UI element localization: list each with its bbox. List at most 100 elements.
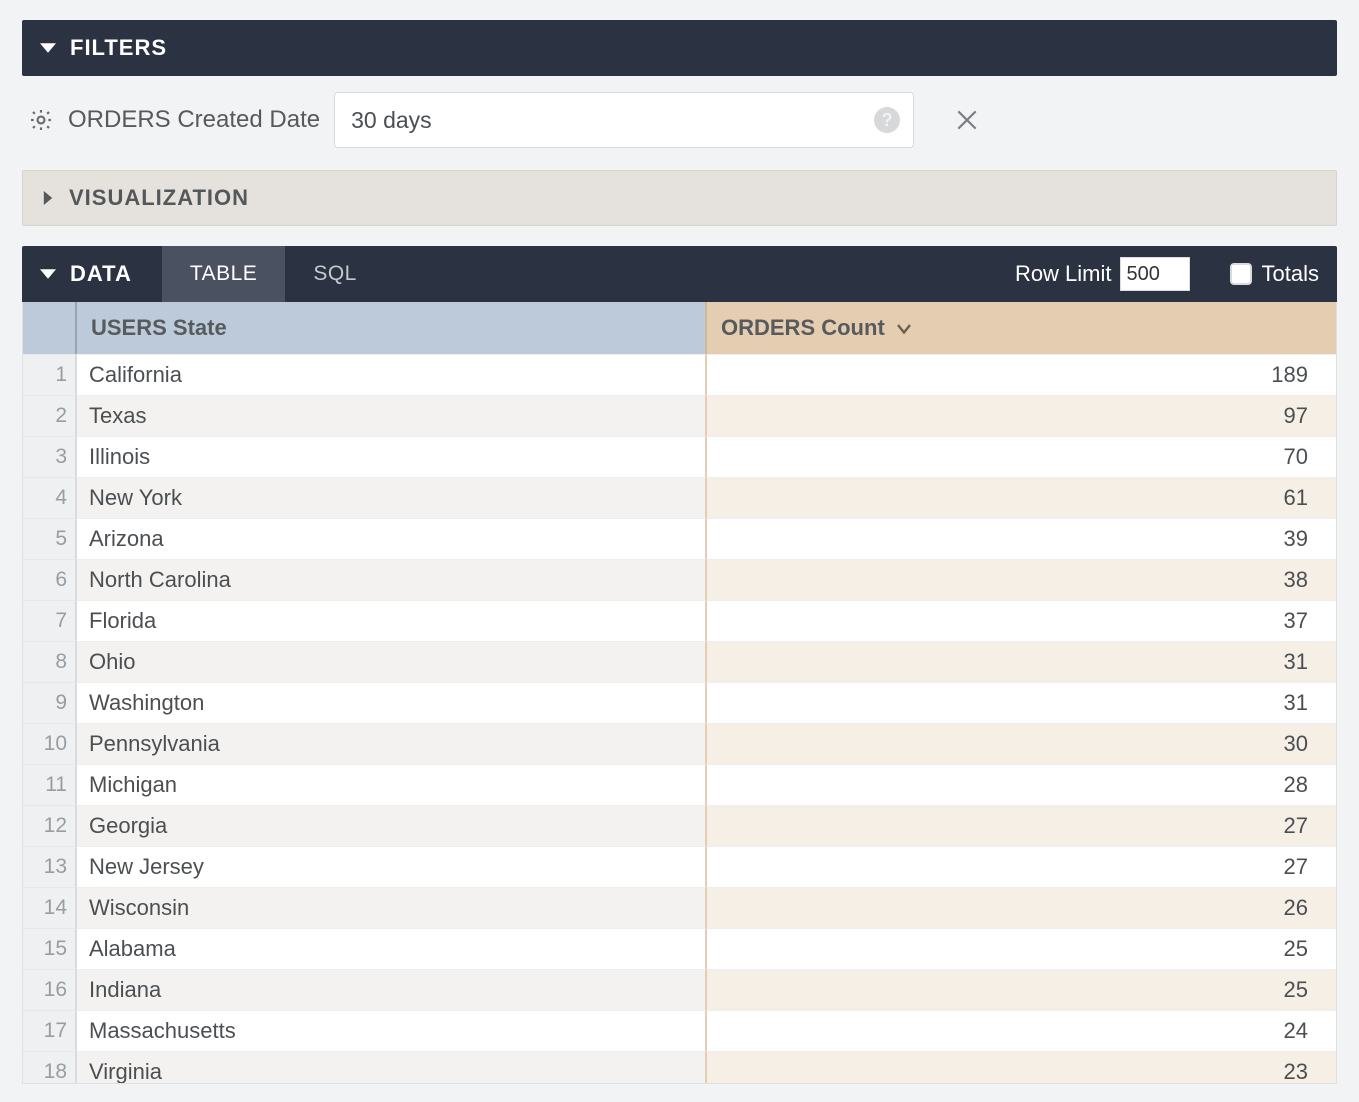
table-row[interactable]: 16Indiana25 bbox=[23, 969, 1336, 1010]
gear-icon[interactable] bbox=[28, 107, 54, 133]
cell-state[interactable]: New Jersey bbox=[77, 846, 707, 887]
table-row[interactable]: 8Ohio31 bbox=[23, 641, 1336, 682]
tab-table[interactable]: TABLE bbox=[162, 246, 285, 302]
remove-filter-icon[interactable] bbox=[954, 107, 980, 133]
column-header-state[interactable]: USERS State bbox=[77, 302, 707, 354]
filters-header[interactable]: FILTERS bbox=[22, 20, 1337, 76]
cell-state[interactable]: New York bbox=[77, 477, 707, 518]
cell-count[interactable]: 25 bbox=[707, 928, 1336, 969]
sort-desc-icon bbox=[895, 319, 913, 337]
row-number: 11 bbox=[23, 764, 77, 805]
row-number: 4 bbox=[23, 477, 77, 518]
cell-state[interactable]: North Carolina bbox=[77, 559, 707, 600]
row-number: 6 bbox=[23, 559, 77, 600]
table-row[interactable]: 3Illinois70 bbox=[23, 436, 1336, 477]
cell-count[interactable]: 37 bbox=[707, 600, 1336, 641]
row-limit-label: Row Limit bbox=[1015, 261, 1112, 287]
row-limit-input[interactable] bbox=[1120, 257, 1190, 291]
row-number: 2 bbox=[23, 395, 77, 436]
cell-state[interactable]: Virginia bbox=[77, 1051, 707, 1084]
data-title: DATA bbox=[70, 261, 132, 287]
cell-state[interactable]: Pennsylvania bbox=[77, 723, 707, 764]
cell-count[interactable]: 23 bbox=[707, 1051, 1336, 1084]
cell-count[interactable]: 97 bbox=[707, 395, 1336, 436]
cell-count[interactable]: 27 bbox=[707, 846, 1336, 887]
data-header: DATA TABLESQL Row Limit Totals bbox=[22, 246, 1337, 302]
cell-state[interactable]: Massachusetts bbox=[77, 1010, 707, 1051]
table-row[interactable]: 13New Jersey27 bbox=[23, 846, 1336, 887]
table-row[interactable]: 1California189 bbox=[23, 354, 1336, 395]
caret-down-icon bbox=[40, 40, 56, 56]
visualization-header[interactable]: VISUALIZATION bbox=[22, 170, 1337, 226]
cell-count[interactable]: 38 bbox=[707, 559, 1336, 600]
cell-count[interactable]: 28 bbox=[707, 764, 1336, 805]
column-header-label: USERS State bbox=[91, 315, 227, 341]
filter-value-input[interactable] bbox=[334, 92, 914, 148]
row-number: 1 bbox=[23, 354, 77, 395]
totals-label: Totals bbox=[1262, 261, 1319, 287]
cell-count[interactable]: 25 bbox=[707, 969, 1336, 1010]
cell-state[interactable]: Florida bbox=[77, 600, 707, 641]
cell-count[interactable]: 30 bbox=[707, 723, 1336, 764]
table-row[interactable]: 10Pennsylvania30 bbox=[23, 723, 1336, 764]
cell-state[interactable]: Indiana bbox=[77, 969, 707, 1010]
row-number: 3 bbox=[23, 436, 77, 477]
cell-state[interactable]: Texas bbox=[77, 395, 707, 436]
table-row[interactable]: 4New York61 bbox=[23, 477, 1336, 518]
totals-toggle[interactable]: Totals bbox=[1230, 261, 1319, 287]
cell-state[interactable]: Wisconsin bbox=[77, 887, 707, 928]
tab-sql[interactable]: SQL bbox=[285, 246, 385, 302]
filters-title: FILTERS bbox=[70, 35, 167, 61]
cell-state[interactable]: Ohio bbox=[77, 641, 707, 682]
caret-down-icon[interactable] bbox=[40, 266, 56, 282]
checkbox-icon bbox=[1230, 263, 1252, 285]
column-header-count[interactable]: ORDERS Count bbox=[707, 302, 1336, 354]
cell-state[interactable]: Illinois bbox=[77, 436, 707, 477]
cell-count[interactable]: 39 bbox=[707, 518, 1336, 559]
results-table: USERS State ORDERS Count 1California1892… bbox=[22, 302, 1337, 1084]
row-number: 5 bbox=[23, 518, 77, 559]
visualization-title: VISUALIZATION bbox=[69, 185, 249, 211]
row-number: 17 bbox=[23, 1010, 77, 1051]
row-number: 14 bbox=[23, 887, 77, 928]
help-icon[interactable]: ? bbox=[874, 107, 900, 133]
table-row[interactable]: 17Massachusetts24 bbox=[23, 1010, 1336, 1051]
table-row[interactable]: 9Washington31 bbox=[23, 682, 1336, 723]
cell-state[interactable]: Washington bbox=[77, 682, 707, 723]
table-row[interactable]: 7Florida37 bbox=[23, 600, 1336, 641]
row-number: 15 bbox=[23, 928, 77, 969]
table-row[interactable]: 11Michigan28 bbox=[23, 764, 1336, 805]
row-number: 8 bbox=[23, 641, 77, 682]
data-tabs: TABLESQL bbox=[162, 246, 385, 302]
cell-state[interactable]: Alabama bbox=[77, 928, 707, 969]
table-row[interactable]: 5Arizona39 bbox=[23, 518, 1336, 559]
row-number: 12 bbox=[23, 805, 77, 846]
table-row[interactable]: 14Wisconsin26 bbox=[23, 887, 1336, 928]
table-row[interactable]: 15Alabama25 bbox=[23, 928, 1336, 969]
row-number: 13 bbox=[23, 846, 77, 887]
table-row[interactable]: 18Virginia23 bbox=[23, 1051, 1336, 1084]
row-number: 18 bbox=[23, 1051, 77, 1084]
cell-state[interactable]: Michigan bbox=[77, 764, 707, 805]
cell-count[interactable]: 26 bbox=[707, 887, 1336, 928]
cell-state[interactable]: California bbox=[77, 354, 707, 395]
cell-count[interactable]: 70 bbox=[707, 436, 1336, 477]
cell-state[interactable]: Arizona bbox=[77, 518, 707, 559]
cell-count[interactable]: 27 bbox=[707, 805, 1336, 846]
filter-row: ORDERS Created Date ? bbox=[22, 76, 1337, 170]
cell-count[interactable]: 31 bbox=[707, 682, 1336, 723]
cell-count[interactable]: 61 bbox=[707, 477, 1336, 518]
table-row[interactable]: 2Texas97 bbox=[23, 395, 1336, 436]
cell-count[interactable]: 31 bbox=[707, 641, 1336, 682]
table-row[interactable]: 6North Carolina38 bbox=[23, 559, 1336, 600]
cell-count[interactable]: 24 bbox=[707, 1010, 1336, 1051]
filter-field-label: ORDERS Created Date bbox=[68, 106, 320, 134]
row-number: 10 bbox=[23, 723, 77, 764]
rownum-header bbox=[23, 302, 77, 354]
column-header-label: ORDERS Count bbox=[721, 315, 885, 341]
cell-count[interactable]: 189 bbox=[707, 354, 1336, 395]
table-row[interactable]: 12Georgia27 bbox=[23, 805, 1336, 846]
row-number: 9 bbox=[23, 682, 77, 723]
cell-state[interactable]: Georgia bbox=[77, 805, 707, 846]
row-number: 7 bbox=[23, 600, 77, 641]
